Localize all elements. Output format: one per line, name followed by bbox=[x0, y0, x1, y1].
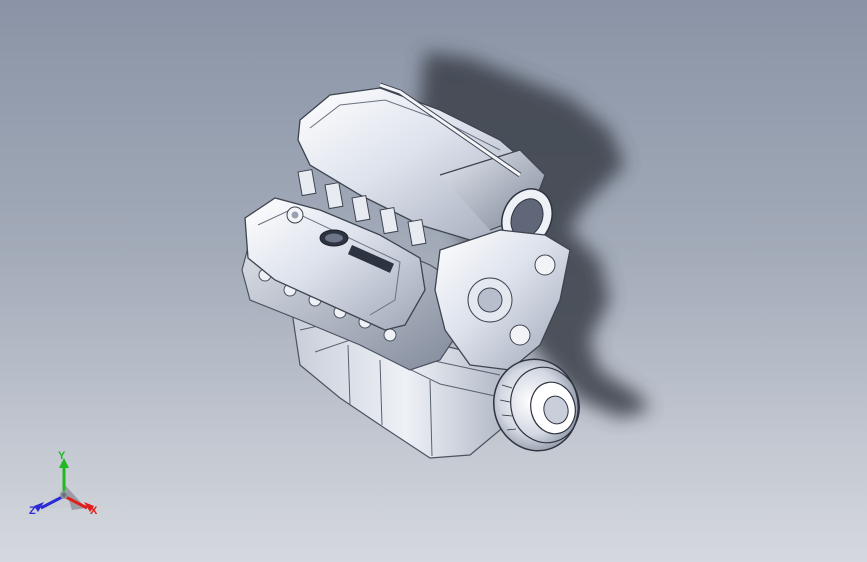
axis-y-label: Y bbox=[58, 450, 66, 462]
engine-3d-model[interactable] bbox=[0, 0, 867, 562]
graphics-viewport[interactable]: Y X Z bbox=[0, 0, 867, 562]
axis-triad: Y X Z bbox=[24, 448, 114, 528]
axis-z-label: Z bbox=[29, 505, 36, 517]
xyz-axis-triad-icon bbox=[34, 458, 94, 512]
axis-x-label: X bbox=[90, 505, 98, 517]
